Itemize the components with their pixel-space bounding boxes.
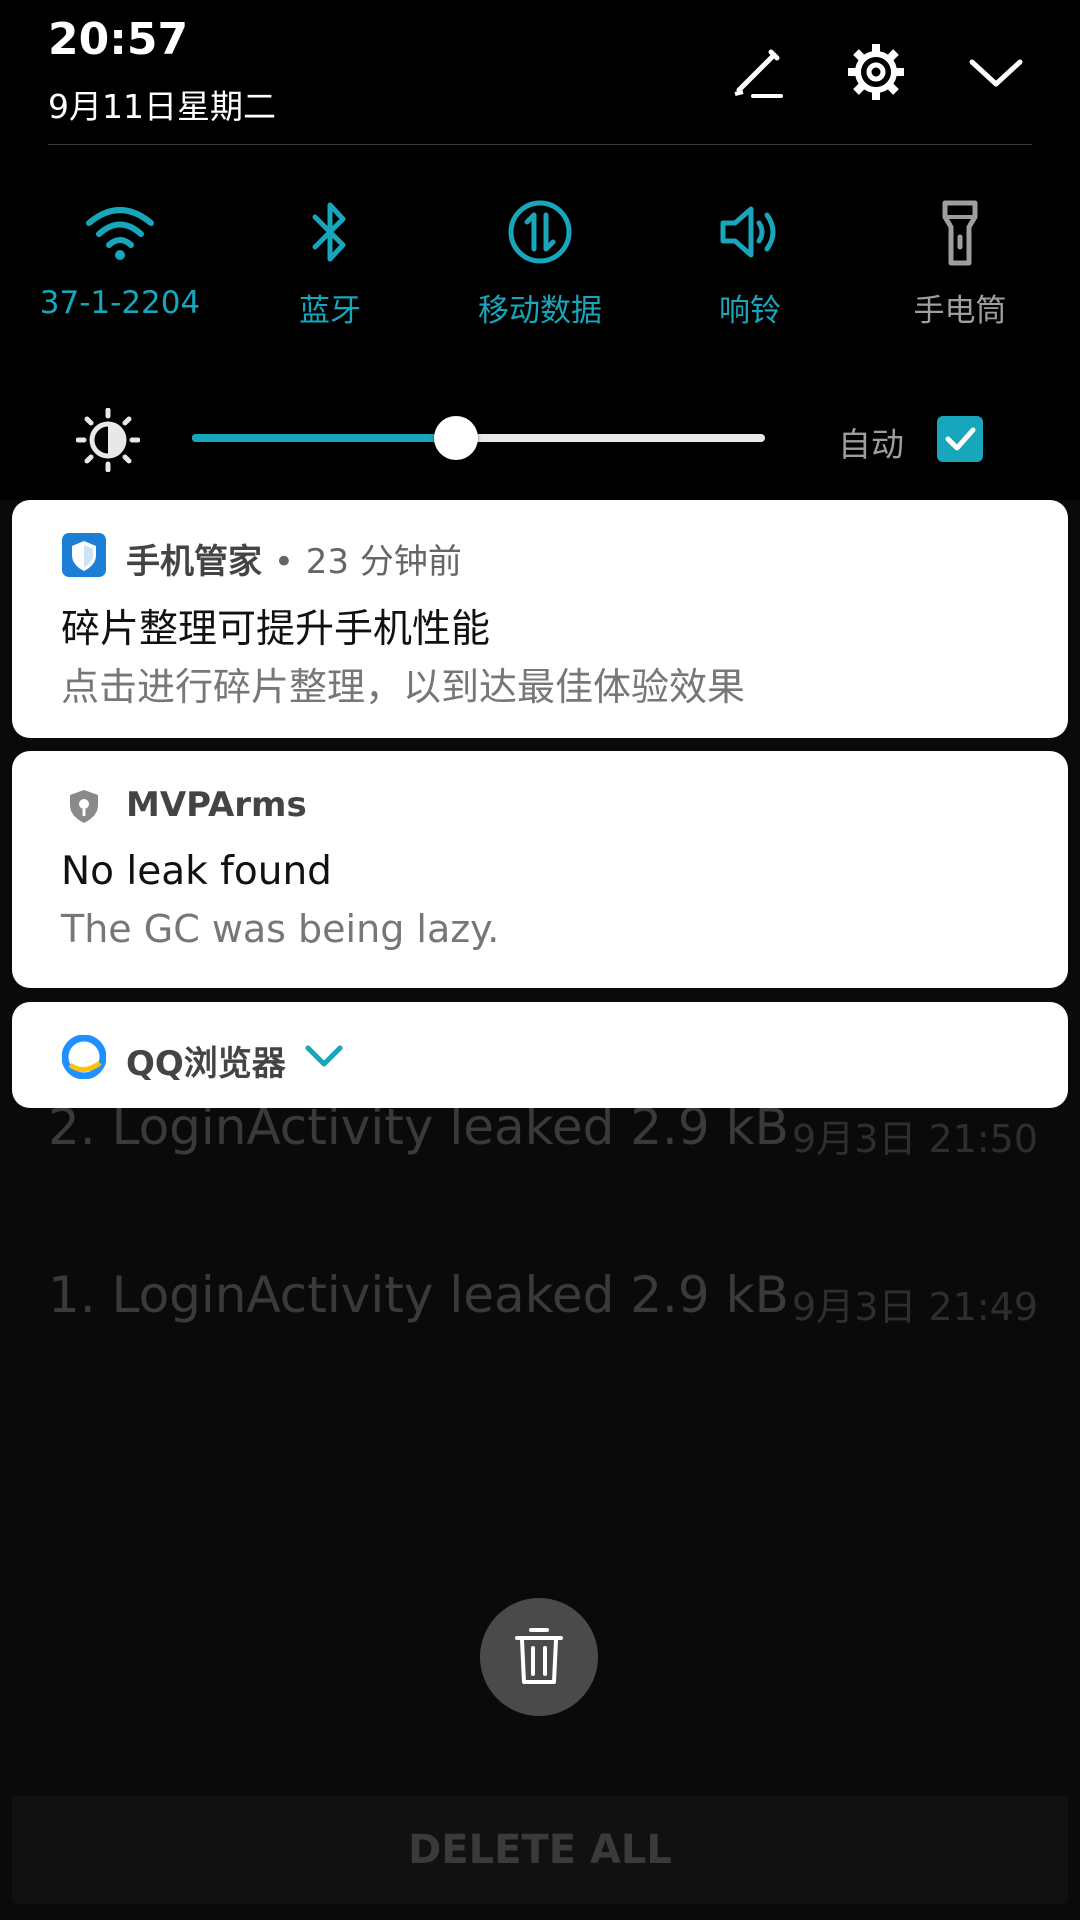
tile-bluetooth[interactable]: 蓝牙 [225, 195, 435, 345]
clock: 20:57 [48, 14, 189, 65]
notification-app-name: QQ浏览器 [126, 1044, 286, 1084]
auto-brightness-checkbox[interactable] [937, 416, 983, 462]
chevron-down-icon[interactable] [302, 1040, 346, 1072]
leak-item-time: 9月3日 21:50 [792, 1117, 1038, 1161]
tile-label: 响铃 [719, 293, 781, 329]
tile-ringer[interactable]: 响铃 [645, 195, 855, 345]
brightness-slider-fill [192, 434, 456, 442]
leakcanary-icon [70, 790, 98, 823]
qq-browser-icon [62, 1035, 106, 1079]
leak-item-text: 1. LoginActivity leaked 2.9 kB [48, 1266, 789, 1324]
settings-button[interactable] [844, 40, 908, 104]
speaker-icon [720, 206, 776, 258]
tile-label: 37-1-2204 [39, 285, 201, 321]
auto-brightness-label: 自动 [838, 425, 904, 464]
notification-time: 23 分钟前 [305, 542, 462, 582]
notification-text: 点击进行碎片整理，以到达最佳体验效果 [61, 665, 746, 709]
tile-label: 手电筒 [913, 293, 1007, 329]
notification-app-name: MVPArms [126, 785, 307, 825]
notification-app-name: 手机管家 • 23 分钟前 [126, 534, 462, 583]
tile-label: 蓝牙 [299, 293, 361, 329]
brightness-slider[interactable] [192, 416, 765, 460]
tile-mobile-data[interactable]: 移动数据 [435, 195, 645, 345]
app-name: 手机管家 [126, 542, 262, 582]
checkmark-icon [945, 427, 976, 451]
wifi-icon [86, 207, 154, 260]
collapse-button[interactable] [964, 40, 1028, 104]
chevron-down-icon [969, 59, 1023, 87]
notification-card[interactable]: MVPArms No leak found The GC was being l… [12, 751, 1068, 988]
tile-flashlight[interactable]: 手电筒 [855, 195, 1065, 345]
edit-button[interactable] [725, 40, 789, 104]
quick-settings-tiles: 37-1-2204 蓝牙 移动数据 响铃 手电筒 [0, 195, 1080, 345]
shield-icon [62, 533, 106, 577]
tile-label: 移动数据 [478, 293, 602, 329]
edit-icon [734, 49, 783, 98]
gear-icon [848, 44, 904, 100]
separator: • [273, 542, 294, 582]
delete-all-button[interactable]: DELETE ALL [12, 1796, 1068, 1904]
tile-wifi[interactable]: 37-1-2204 [15, 195, 225, 345]
brightness-icon [76, 408, 140, 472]
notification-text: The GC was being lazy. [61, 907, 500, 951]
notification-card[interactable]: 手机管家 • 23 分钟前 碎片整理可提升手机性能 点击进行碎片整理，以到达最佳… [12, 500, 1068, 738]
header-divider [48, 144, 1032, 145]
leak-list-item[interactable]: 1. LoginActivity leaked 2.9 kB 9月3日 21:4… [48, 1266, 1038, 1329]
bluetooth-icon [312, 202, 346, 262]
mobile-data-icon [508, 200, 572, 264]
notification-title: No leak found [61, 849, 332, 894]
date: 9月11日星期二 [48, 87, 276, 126]
flashlight-icon [942, 200, 978, 266]
brightness-slider-thumb[interactable] [433, 416, 478, 460]
leak-item-time: 9月3日 21:49 [792, 1285, 1038, 1329]
notification-card[interactable]: QQ浏览器 [12, 1002, 1068, 1108]
clear-notifications-button[interactable] [480, 1598, 598, 1716]
notification-title: 碎片整理可提升手机性能 [61, 607, 491, 652]
trash-icon [515, 1628, 563, 1684]
